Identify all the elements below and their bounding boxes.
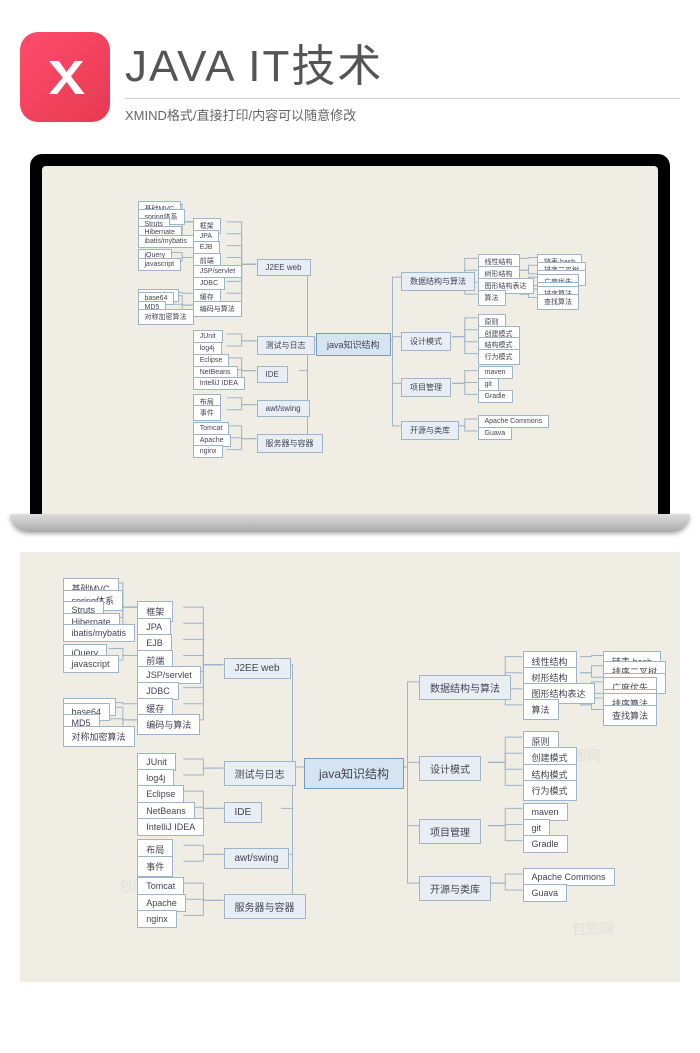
leaf: IntelliJ IDEA xyxy=(137,818,204,836)
leaf: javascript xyxy=(63,655,119,673)
branch-IDE: IDE xyxy=(257,366,288,383)
branch-IDE: IDE xyxy=(224,802,263,823)
title-block: JAVA IT技术 XMIND格式/直接打印/内容可以随意修改 xyxy=(125,30,680,124)
laptop-mockup: java知识结构J2EE web框架基础MVCspring体系StrutsHib… xyxy=(30,154,670,532)
leaf: 算法 xyxy=(478,290,506,306)
leaf: IntelliJ IDEA xyxy=(193,377,245,390)
branch-awt/swing: awt/swing xyxy=(224,848,290,869)
branch-项目管理: 项目管理 xyxy=(419,819,481,844)
laptop-screen: java知识结构J2EE web框架基础MVCspring体系StrutsHib… xyxy=(42,166,658,514)
laptop-base xyxy=(10,514,690,532)
leaf: nginx xyxy=(193,445,224,458)
leaf: 查找算法 xyxy=(537,294,579,310)
branch-服务器与容器: 服务器与容器 xyxy=(224,894,306,919)
leaf: 查找算法 xyxy=(603,705,657,726)
watermark-icon: 包图网 xyxy=(572,919,614,939)
leaf: 编码与算法 xyxy=(193,301,242,317)
branch-设计模式: 设计模式 xyxy=(401,332,451,351)
leaf: 事件 xyxy=(137,856,173,877)
branch-测试与日志: 测试与日志 xyxy=(224,761,296,786)
branch-测试与日志: 测试与日志 xyxy=(257,336,315,355)
leaf: 事件 xyxy=(193,405,221,421)
mindmap-center: java知识结构 xyxy=(316,333,391,356)
leaf: javascript xyxy=(138,258,182,271)
leaf: 算法 xyxy=(523,699,559,720)
page-title: JAVA IT技术 xyxy=(125,30,680,94)
mindmap-center: java知识结构 xyxy=(304,758,404,789)
leaf: Guava xyxy=(523,884,568,902)
branch-开源与类库: 开源与类库 xyxy=(419,876,491,901)
branch-J2EE web: J2EE web xyxy=(257,259,311,276)
mindmap-preview-small: java知识结构J2EE web框架基础MVCspring体系StrutsHib… xyxy=(42,166,658,514)
branch-数据结构与算法: 数据结构与算法 xyxy=(401,272,475,291)
branch-项目管理: 项目管理 xyxy=(401,378,451,397)
page-subtitle: XMIND格式/直接打印/内容可以随意修改 xyxy=(125,98,680,124)
branch-awt/swing: awt/swing xyxy=(257,400,310,417)
leaf: 对称加密算法 xyxy=(63,726,135,747)
page-header: JAVA IT技术 XMIND格式/直接打印/内容可以随意修改 xyxy=(0,0,700,134)
leaf: 行为模式 xyxy=(523,780,577,801)
branch-服务器与容器: 服务器与容器 xyxy=(257,434,323,453)
leaf: 编码与算法 xyxy=(137,714,200,735)
leaf: nginx xyxy=(137,910,177,928)
leaf: Guava xyxy=(478,427,513,440)
branch-数据结构与算法: 数据结构与算法 xyxy=(419,675,511,700)
mindmap-preview-large: 包图网 包图网 包图网 包图网 java知识结构J2EE web框架基础MVCs… xyxy=(20,552,680,982)
leaf: Gradle xyxy=(523,835,568,853)
leaf: ibatis/mybatis xyxy=(138,235,194,248)
laptop-frame: java知识结构J2EE web框架基础MVCspring体系StrutsHib… xyxy=(30,154,670,514)
leaf: ibatis/mybatis xyxy=(63,624,136,642)
leaf: 对称加密算法 xyxy=(138,309,194,325)
branch-开源与类库: 开源与类库 xyxy=(401,421,459,440)
leaf: Gradle xyxy=(478,390,513,403)
branch-设计模式: 设计模式 xyxy=(419,756,481,781)
leaf: 行为模式 xyxy=(478,349,520,365)
xmind-logo xyxy=(20,32,110,122)
branch-J2EE web: J2EE web xyxy=(224,658,291,679)
